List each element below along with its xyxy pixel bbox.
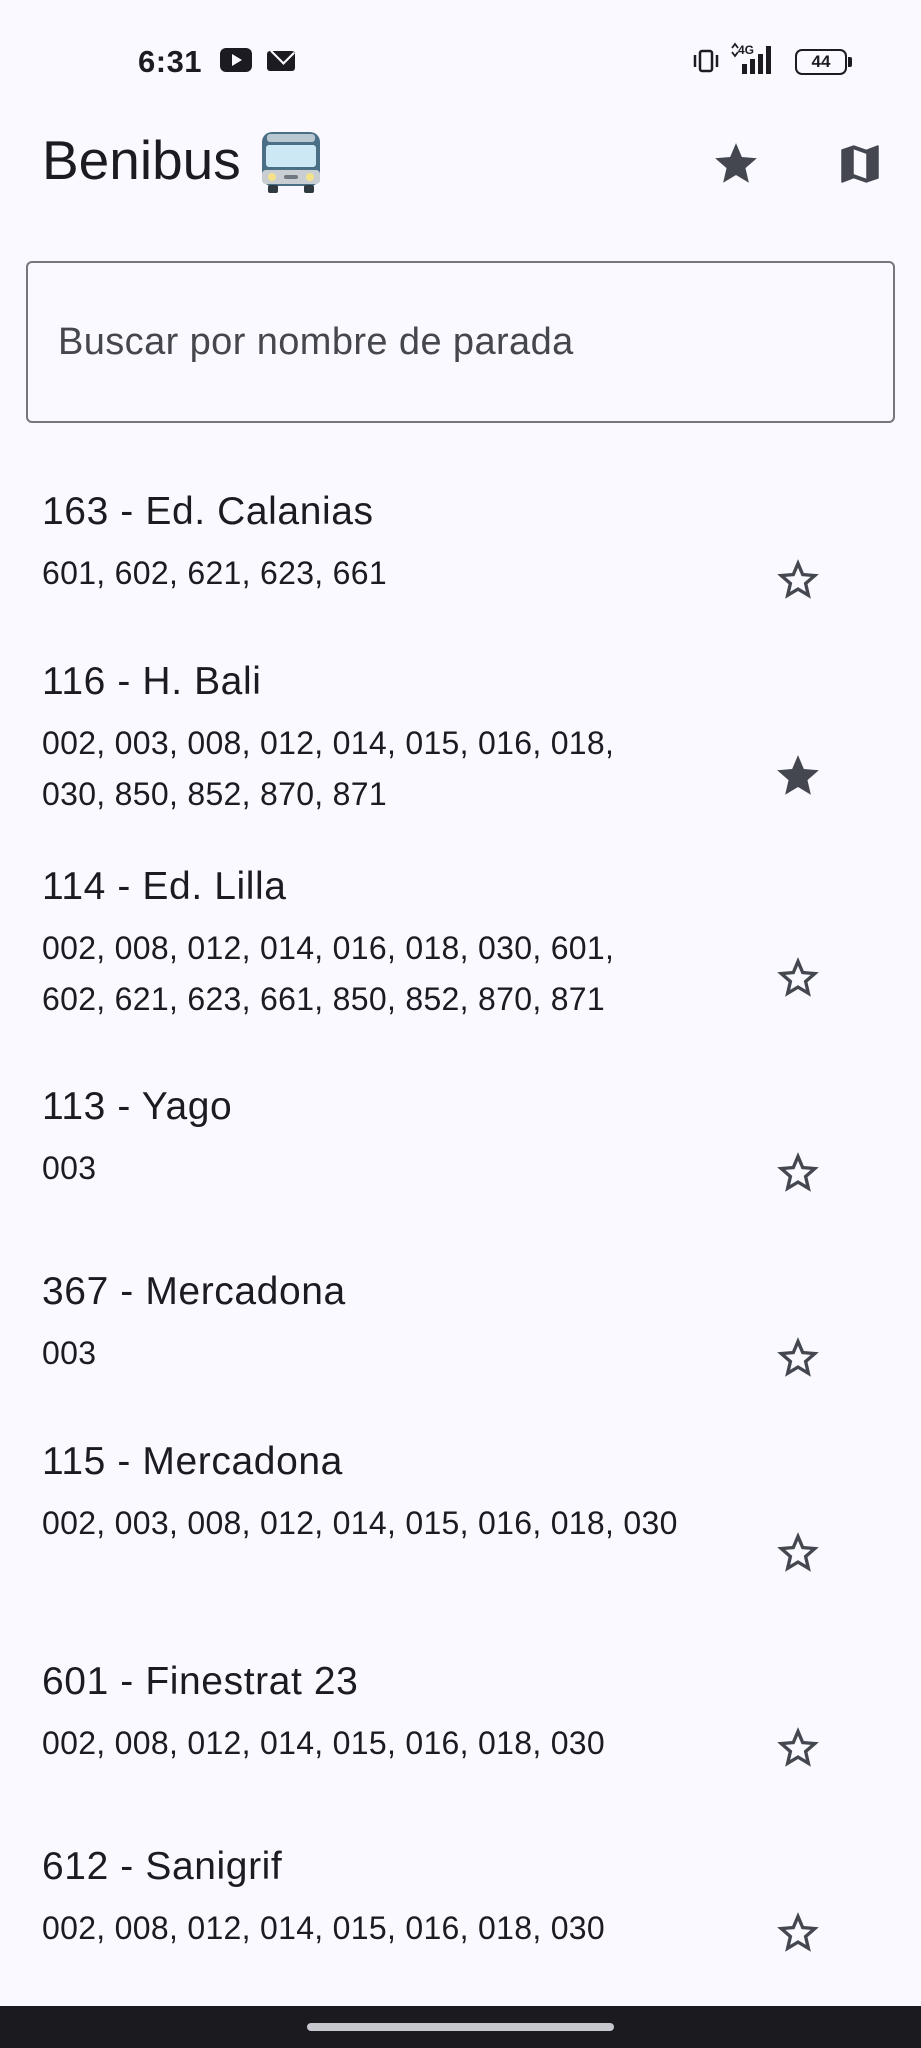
favorite-toggle-button[interactable] [760,1320,836,1396]
vibrate-icon [693,49,719,73]
stop-name: 116 - H. Bali [42,660,262,703]
favorite-toggle-button[interactable] [760,1515,836,1591]
stop-name: 163 - Ed. Calanias [42,490,374,533]
stop-name: 115 - Mercadona [42,1440,343,1483]
app-title: Benibus [42,129,241,191]
map-button[interactable] [824,128,896,200]
stop-list-item[interactable]: 114 - Ed. Lilla 002, 008, 012, 014, 016,… [0,845,921,1060]
signal-4g-icon: 4G [731,42,771,74]
stop-list-item[interactable]: 367 - Mercadona 003 [0,1250,921,1430]
stop-lines: 002, 008, 012, 014, 015, 016, 018, 030 [42,1725,605,1761]
mail-notification-icon [267,51,295,71]
favorite-toggle-button[interactable] [760,1135,836,1211]
stop-list-item[interactable]: 115 - Mercadona 002, 003, 008, 012, 014,… [0,1420,921,1635]
favorites-button[interactable] [700,128,772,200]
stop-lines: 002, 008, 012, 014, 016, 018, 030, 601, … [42,930,615,1017]
youtube-notification-icon [220,48,252,72]
home-gesture-handle[interactable] [307,2023,614,2031]
star-outline-icon [777,1337,819,1377]
stop-name: 367 - Mercadona [42,1270,346,1313]
app-screen: 6:31 4G 44 Benibus Buscar por nombre de … [0,0,921,2048]
stop-list-item[interactable]: 113 - Yago 003 [0,1065,921,1245]
stop-name: 113 - Yago [42,1085,233,1128]
stop-lines: 002, 008, 012, 014, 015, 016, 018, 030 [42,1910,605,1946]
bus-emoji-icon [262,132,320,193]
stop-lines: 003 [42,1335,97,1371]
star-outline-icon [777,1912,819,1952]
stop-list-item[interactable]: 163 - Ed. Calanias 601, 602, 621, 623, 6… [0,470,921,640]
favorite-toggle-button[interactable] [760,940,836,1016]
system-navigation-bar [0,2006,921,2048]
star-outline-icon [777,957,819,997]
map-icon [841,145,879,183]
star-outline-icon [777,1152,819,1192]
stop-list-item[interactable]: 116 - H. Bali 002, 003, 008, 012, 014, 0… [0,640,921,840]
star-filled-icon [777,755,819,795]
stop-lines: 002, 003, 008, 012, 014, 015, 016, 018, … [42,725,615,812]
star-outline-icon [777,1532,819,1572]
favorite-toggle-button[interactable] [760,738,836,814]
status-bar: 6:31 4G 44 [0,0,921,124]
star-outline-icon [777,559,819,599]
stop-name: 114 - Ed. Lilla [42,865,287,908]
star-filled-icon [715,143,757,183]
stop-lines: 601, 602, 621, 623, 661 [42,555,387,591]
star-outline-icon [777,1727,819,1767]
battery-indicator: 44 [795,49,852,75]
status-time: 6:31 [138,44,203,79]
stop-name: 601 - Finestrat 23 [42,1660,359,1703]
stop-lines: 002, 003, 008, 012, 014, 015, 016, 018, … [42,1505,678,1541]
favorite-toggle-button[interactable] [760,542,836,618]
svg-text:4G: 4G [738,43,754,57]
favorite-toggle-button[interactable] [760,1895,836,1971]
stop-list-item[interactable]: 601 - Finestrat 23 002, 008, 012, 014, 0… [0,1640,921,1820]
stop-lines: 003 [42,1150,97,1186]
stop-name: 612 - Sanigrif [42,1845,283,1888]
stop-list-item[interactable]: 612 - Sanigrif 002, 008, 012, 014, 015, … [0,1825,921,2005]
stop-search-input[interactable] [26,261,895,423]
favorite-toggle-button[interactable] [760,1710,836,1786]
